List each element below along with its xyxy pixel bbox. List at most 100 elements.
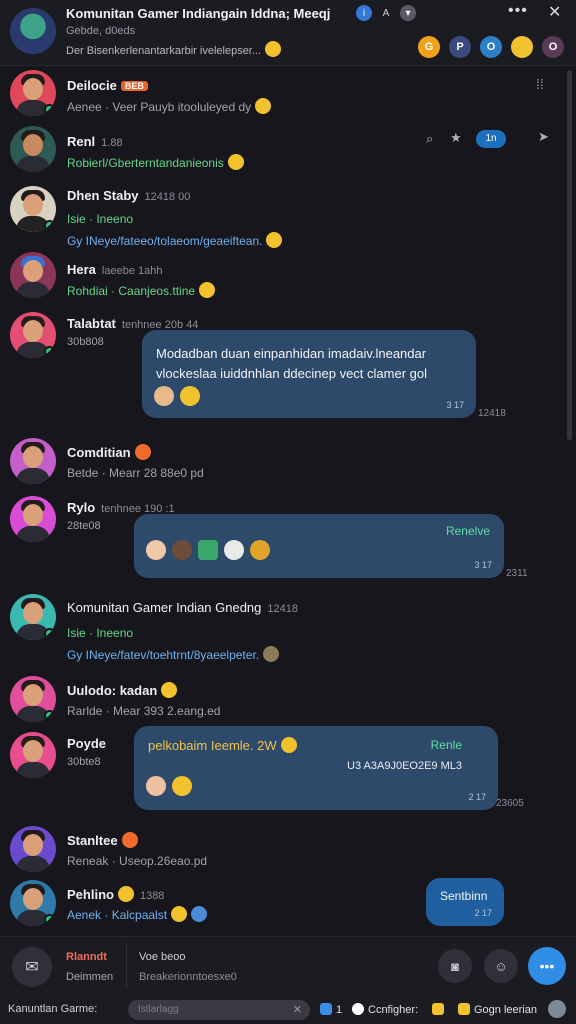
- list-item[interactable]: Dhen Staby 12418 00 Isie · Ineeno Gy INey…: [0, 186, 560, 250]
- message-preview: Gy INeye/fatev/toehtrnt/8yaeelpeter.: [67, 646, 280, 662]
- avatar[interactable]: [10, 186, 56, 232]
- avatar[interactable]: [10, 732, 56, 778]
- message-time: 3 17: [474, 560, 492, 570]
- list-item[interactable]: Rylo tenhnee 190 :1 28te08 Renelve 3 17 2…: [0, 496, 560, 586]
- composer-label: Rlanndt: [66, 951, 107, 963]
- config-icon: [352, 1003, 364, 1015]
- reaction-emoji-icon[interactable]: [250, 540, 270, 560]
- message-text: Modadban duan einpanhidan imadaiv.lneand…: [156, 346, 427, 381]
- list-item[interactable]: Talabtat tenhnee 20b 44 30b808 Modadban d…: [0, 312, 560, 424]
- status-config[interactable]: Ccnfigher:: [352, 1003, 418, 1016]
- emoji-icon: [117, 886, 134, 902]
- reaction-emoji-icon[interactable]: [198, 540, 218, 560]
- message-bubble[interactable]: Renelve 3 17: [134, 514, 504, 578]
- camera-button[interactable]: ◙: [438, 949, 472, 983]
- close-icon[interactable]: ✕: [548, 2, 561, 22]
- action-o-button[interactable]: O: [480, 36, 502, 58]
- level-badge: BEB: [120, 81, 148, 91]
- emoji-button[interactable]: [511, 36, 533, 58]
- online-indicator: [44, 104, 55, 115]
- unread-badge[interactable]: 1n: [476, 130, 506, 148]
- avatar[interactable]: [10, 126, 56, 172]
- sender-name: Pehlino 1388: [67, 886, 165, 902]
- composer-sublabel: Deimmen: [66, 971, 114, 983]
- reaction-emoji-icon[interactable]: [146, 540, 166, 560]
- message-time: 2 17: [468, 792, 486, 802]
- reply-label[interactable]: Renelve: [446, 524, 490, 538]
- avatar[interactable]: [10, 826, 56, 872]
- message-input[interactable]: Voe beoo Breakerionntoesxe0: [126, 943, 426, 989]
- reaction-emoji-icon[interactable]: [180, 386, 200, 406]
- reaction-row: [146, 540, 270, 560]
- profile-avatar[interactable]: [548, 1000, 570, 1019]
- grid-icon[interactable]: ⁞⁞: [536, 76, 544, 92]
- pin-icon[interactable]: A: [378, 5, 394, 21]
- forward-icon[interactable]: ➤: [538, 129, 549, 145]
- reply-label[interactable]: Renle: [431, 738, 462, 752]
- reaction-row: [154, 386, 200, 406]
- action-g-button[interactable]: G: [418, 36, 440, 58]
- avatar[interactable]: [10, 880, 56, 926]
- emoji-icon: [227, 154, 244, 170]
- message-preview: Rarlde · Mear 393 2.eang.ed: [67, 704, 221, 718]
- list-item[interactable]: Uulodo: kadan Rarlde · Mear 393 2.eang.e…: [0, 676, 560, 726]
- message-preview: Reneak · Useop.26eao.pd: [67, 854, 208, 868]
- reaction-emoji-icon[interactable]: [224, 540, 244, 560]
- group-avatar[interactable]: [10, 8, 56, 54]
- attach-button[interactable]: ✉: [12, 947, 52, 987]
- more-options-icon[interactable]: •••: [508, 2, 528, 20]
- reaction-emoji-icon[interactable]: [146, 776, 166, 796]
- list-item[interactable]: Renl 1.88 Robierl/Gberterntandanieonis ⌕ …: [0, 126, 560, 178]
- list-item[interactable]: Komunitan Gamer Indian Gnedng 12418 Isie …: [0, 594, 560, 662]
- status-emoji[interactable]: [432, 1003, 448, 1016]
- action-o2-button[interactable]: O: [542, 36, 564, 58]
- avatar[interactable]: [10, 496, 56, 542]
- action-p-button[interactable]: P: [449, 36, 471, 58]
- avatar[interactable]: [10, 312, 56, 358]
- reaction-emoji-icon[interactable]: [172, 776, 192, 796]
- sender-name: Comditian: [67, 444, 151, 460]
- emoji-icon: [199, 282, 216, 298]
- status-search[interactable]: Istlarlagg ✕: [128, 1000, 310, 1020]
- sender-name: Dhen Staby 12418 00: [67, 188, 191, 203]
- reaction-emoji-icon[interactable]: [172, 540, 192, 560]
- list-item[interactable]: Comditian Betde · Mearr 28 88e0 pd: [0, 438, 560, 490]
- status-count[interactable]: 1: [320, 1003, 342, 1016]
- avatar[interactable]: [10, 252, 56, 298]
- avatar[interactable]: [10, 438, 56, 484]
- send-button[interactable]: •••: [528, 947, 566, 985]
- message-time: 3 17: [446, 400, 464, 410]
- user-status-icon: [458, 1003, 470, 1015]
- list-item[interactable]: Poyde 30bte8 pelkobaim Ieemle. 2W Renle …: [0, 726, 560, 814]
- star-icon[interactable]: ★: [450, 130, 462, 146]
- delivered-time: 23605: [496, 798, 524, 809]
- list-item[interactable]: Hera laeebe 1ahh Rohdiai · Caanjeos.ttine: [0, 252, 560, 304]
- fire-emoji-icon: [121, 832, 138, 848]
- clear-icon[interactable]: ✕: [293, 1003, 302, 1016]
- message-preview: Rohdiai · Caanjeos.ttine: [67, 282, 216, 298]
- search-icon[interactable]: ⌕: [426, 131, 433, 147]
- group-description: Der Bisenkerlenantarkarbir ivelelepser..…: [66, 41, 282, 57]
- status-user[interactable]: Gogn leerian: [458, 1003, 537, 1016]
- message-preview: Aenee · Veer Pauyb itooluleyed dy: [67, 98, 272, 114]
- message-text: pelkobaim Ieemle. 2W: [148, 736, 297, 756]
- avatar[interactable]: [10, 676, 56, 722]
- status-title: Kanuntlan Garme:: [8, 1003, 98, 1015]
- avatar[interactable]: [10, 70, 56, 116]
- title-badges: i A ▾: [356, 5, 416, 21]
- info-icon[interactable]: i: [356, 5, 372, 21]
- reaction-emoji-icon[interactable]: [154, 386, 174, 406]
- dropdown-icon[interactable]: ▾: [400, 5, 416, 21]
- emoji-icon: [266, 232, 283, 248]
- message-bubble[interactable]: pelkobaim Ieemle. 2W Renle U3 A3A9J0EO2E…: [134, 726, 498, 810]
- message-bubble[interactable]: Modadban duan einpanhidan imadaiv.lneand…: [142, 330, 476, 418]
- list-item[interactable]: Stanltee Reneak · Useop.26eao.pd: [0, 826, 560, 876]
- sticker-button[interactable]: ☺: [484, 949, 518, 983]
- scrollbar[interactable]: [567, 70, 572, 440]
- avatar[interactable]: [10, 594, 56, 640]
- list-item[interactable]: Deilocie BEB Aenee · Veer Pauyb itooluley…: [0, 70, 560, 122]
- message-bubble[interactable]: Sentbinn 2 17: [426, 878, 504, 926]
- emoji-status-icon: [432, 1003, 444, 1015]
- status-bar: Kanuntlan Garme: Istlarlagg ✕ 1 Ccnfighe…: [0, 996, 576, 1024]
- list-item[interactable]: Pehlino 1388 Aenek · Kalcpaalst Sentbinn …: [0, 878, 560, 930]
